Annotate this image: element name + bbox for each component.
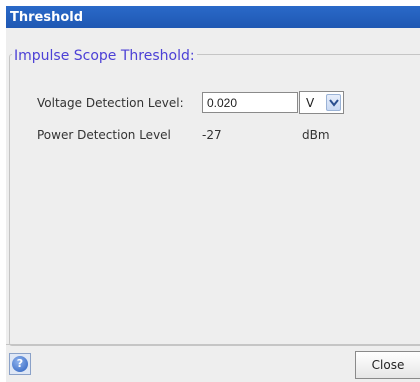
group-title: Impulse Scope Threshold: xyxy=(12,48,197,64)
power-detection-unit: dBm xyxy=(302,128,330,142)
voltage-unit-value: V xyxy=(306,96,315,110)
close-button[interactable]: Close xyxy=(355,351,420,379)
dialog-title: Threshold xyxy=(10,10,84,25)
voltage-unit-select[interactable]: V xyxy=(299,91,344,114)
power-detection-label: Power Detection Level xyxy=(37,128,171,142)
threshold-dialog: Threshold Impulse Scope Threshold: Volta… xyxy=(6,6,420,382)
chevron-down-icon[interactable] xyxy=(326,94,341,111)
title-bar: Threshold xyxy=(6,6,420,28)
help-icon: ? xyxy=(12,356,28,372)
help-button[interactable]: ? xyxy=(9,353,31,375)
footer-divider xyxy=(6,344,420,345)
voltage-detection-input[interactable] xyxy=(202,92,298,113)
power-detection-value: -27 xyxy=(202,128,222,142)
voltage-detection-label: Voltage Detection Level: xyxy=(37,96,184,110)
